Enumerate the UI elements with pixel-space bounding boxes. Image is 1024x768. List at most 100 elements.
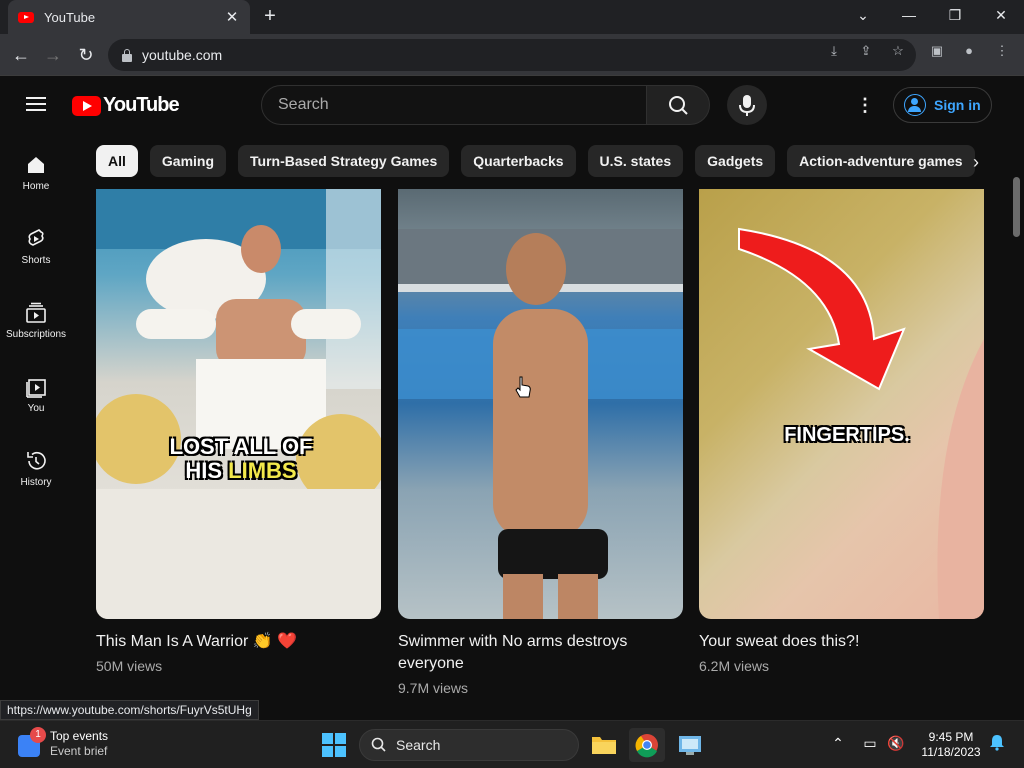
hospital-bed-illustration	[96, 189, 381, 619]
sidebar-item-home[interactable]: Home	[0, 133, 72, 203]
reload-button[interactable]: ↻	[73, 42, 99, 68]
account-icon	[904, 94, 926, 116]
short-thumbnail[interactable]: FINGERTIPS.	[699, 189, 984, 619]
search-button[interactable]	[646, 85, 710, 125]
bookmark-star-icon[interactable]: ☆	[889, 42, 907, 60]
chip-gadgets[interactable]: Gadgets	[695, 145, 776, 177]
short-views: 9.7M views	[398, 680, 469, 696]
sidebar-item-label: You	[27, 403, 45, 414]
sidebar-item-history[interactable]: History	[0, 429, 72, 499]
short-title[interactable]: This Man Is A Warrior 👏 ❤️	[96, 631, 381, 653]
sidebar-item-label: Shorts	[21, 255, 51, 266]
sign-in-label: Sign in	[934, 97, 981, 113]
taskbar-search-label: Search	[396, 737, 441, 753]
tab-youtube[interactable]: YouTube ✕	[8, 0, 250, 34]
shorts-icon	[28, 229, 44, 246]
short-thumbnail[interactable]	[398, 189, 683, 619]
youtube-favicon-icon	[18, 11, 34, 23]
short-title[interactable]: Your sweat does this?!	[699, 631, 984, 653]
widget-subtitle: Event brief	[50, 744, 108, 758]
back-button[interactable]: ←	[8, 42, 34, 68]
chip-all[interactable]: All	[96, 145, 138, 177]
install-app-icon[interactable]: ⤓	[825, 42, 843, 60]
history-icon	[27, 451, 46, 470]
youtube-play-icon	[72, 95, 101, 116]
overlay-text-line1: LOST ALL OF	[169, 434, 313, 459]
address-toolbar: ← → ↻ youtube.com ⤓ ⇪ ☆ ▣ ● ⋮	[0, 34, 1024, 76]
restore-button[interactable]: ❐	[932, 0, 978, 32]
start-button[interactable]	[322, 733, 346, 757]
chrome-icon	[635, 734, 658, 758]
search-icon	[669, 96, 688, 115]
notification-bell-icon[interactable]	[987, 733, 1007, 753]
sidebar-item-label: History	[20, 477, 52, 488]
microphone-icon	[739, 95, 755, 116]
sidebar: Home Shorts Subscriptions You History	[0, 133, 72, 703]
youtube-header: YouTube Search ⋮ Sign in	[0, 77, 1024, 133]
side-panel-icon[interactable]: ▣	[928, 42, 946, 60]
folder-icon	[592, 737, 616, 754]
sidebar-item-shorts[interactable]: Shorts	[0, 207, 72, 277]
taskbar-clock[interactable]: 9:45 PM 11/18/2023	[916, 730, 986, 760]
widgets-button[interactable]: 1 Top events Event brief	[18, 727, 108, 759]
browser-tabbar: YouTube ✕ + ⌄ — ❐ ✕	[0, 0, 1024, 34]
filter-chips: All Gaming Turn-Based Strategy Games Qua…	[96, 145, 976, 177]
logo-text: YouTube	[103, 94, 180, 116]
settings-more-icon[interactable]: ⋮	[855, 95, 875, 115]
overlay-text: FINGERTIPS.	[784, 424, 910, 446]
sidebar-item-label: Home	[22, 181, 50, 192]
scrollbar-thumb[interactable]	[1013, 177, 1020, 237]
sidebar-item-subscriptions[interactable]: Subscriptions	[0, 281, 72, 351]
windows-taskbar: 1 Top events Event brief Search ⌃ ▭ 🔇 9:…	[0, 720, 1024, 768]
address-bar[interactable]: youtube.com	[108, 39, 916, 71]
file-explorer-app[interactable]	[586, 728, 622, 762]
menu-icon[interactable]	[26, 97, 46, 111]
share-icon[interactable]: ⇪	[857, 42, 875, 60]
show-hidden-icons-icon[interactable]: ⌃	[828, 733, 848, 753]
chrome-menu-icon[interactable]: ⋮	[993, 42, 1011, 60]
short-card[interactable]: Swimmer with No arms destroys everyone 9…	[398, 189, 683, 699]
forward-button[interactable]: →	[40, 42, 66, 68]
close-window-button[interactable]: ✕	[978, 0, 1024, 32]
control-panel-app[interactable]	[672, 728, 708, 762]
chip-turn-based-strategy-games[interactable]: Turn-Based Strategy Games	[238, 145, 450, 177]
page-scrollbar[interactable]	[1010, 177, 1022, 717]
widgets-icon: 1	[18, 727, 46, 757]
network-icon[interactable]: ▭	[860, 733, 880, 753]
close-tab-icon[interactable]: ✕	[224, 8, 240, 26]
chip-action-adventure-games[interactable]: Action-adventure games	[787, 145, 975, 177]
profile-icon[interactable]: ●	[960, 42, 978, 60]
chrome-app[interactable]	[629, 728, 665, 762]
chip-quarterbacks[interactable]: Quarterbacks	[461, 145, 576, 177]
status-link-preview: https://www.youtube.com/shorts/FuyrVs5tU…	[0, 700, 259, 720]
short-views: 6.2M views	[699, 658, 770, 674]
minimize-button[interactable]: —	[886, 0, 932, 32]
short-thumbnail[interactable]: LOST ALL OF HIS LIMBS	[96, 189, 381, 619]
swimmer-illustration	[398, 229, 683, 619]
tab-search-icon[interactable]: ⌄	[840, 0, 886, 32]
lock-icon	[122, 48, 132, 62]
you-library-icon	[26, 379, 46, 398]
chevron-right-icon[interactable]: ›	[964, 150, 988, 174]
voice-search-button[interactable]	[727, 85, 767, 125]
subscriptions-icon	[26, 302, 46, 323]
chip-gaming[interactable]: Gaming	[149, 145, 227, 177]
notification-badge: 1	[30, 727, 46, 743]
sidebar-item-you[interactable]: You	[0, 355, 72, 425]
red-arrow-illustration	[738, 227, 984, 619]
chip-us-states[interactable]: U.S. states	[587, 145, 684, 177]
sign-in-button[interactable]: Sign in	[893, 87, 992, 123]
search-input[interactable]: Search	[261, 85, 647, 125]
taskbar-search[interactable]: Search	[359, 729, 579, 761]
tab-title: YouTube	[44, 9, 96, 25]
new-tab-button[interactable]: +	[258, 4, 282, 28]
short-views: 50M views	[96, 658, 163, 674]
youtube-logo[interactable]: YouTube	[72, 94, 180, 117]
overlay-text-limbs: LIMBS	[228, 458, 297, 483]
short-card[interactable]: FINGERTIPS. Your sweat does this?! 6.2M …	[699, 189, 984, 677]
short-title[interactable]: Swimmer with No arms destroys everyone	[398, 631, 683, 675]
overlay-text-his: HIS	[185, 458, 229, 483]
control-panel-icon	[679, 736, 701, 755]
volume-muted-icon[interactable]: 🔇	[886, 733, 906, 753]
short-card[interactable]: LOST ALL OF HIS LIMBS This Man Is A Warr…	[96, 189, 381, 677]
